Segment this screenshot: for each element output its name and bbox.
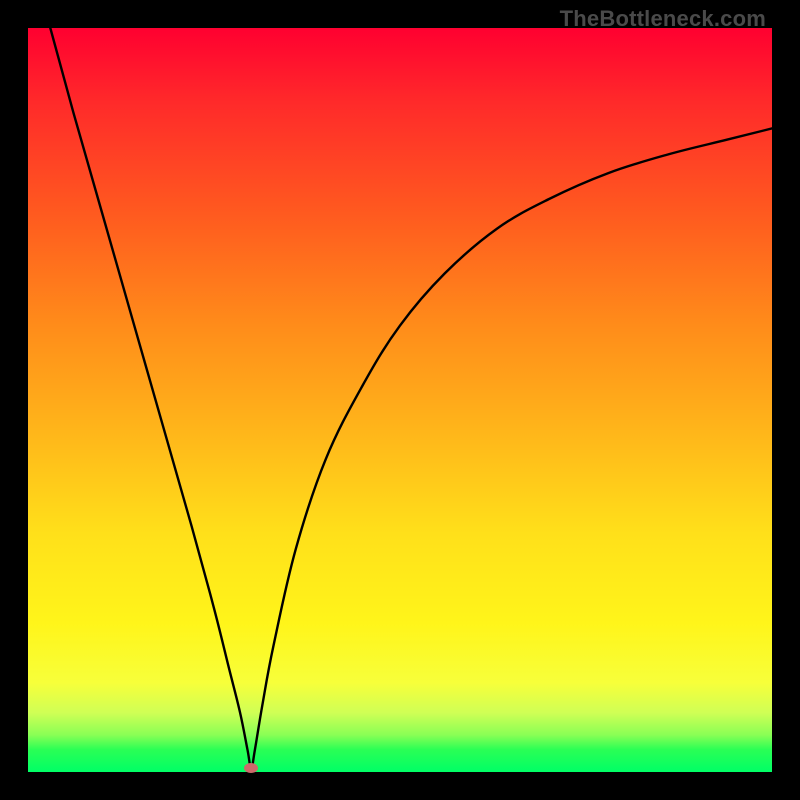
bottleneck-curve — [50, 28, 772, 768]
optimal-point-marker — [244, 763, 258, 773]
plot-area — [28, 28, 772, 772]
chart-frame: TheBottleneck.com — [0, 0, 800, 800]
curve-svg — [28, 28, 772, 772]
